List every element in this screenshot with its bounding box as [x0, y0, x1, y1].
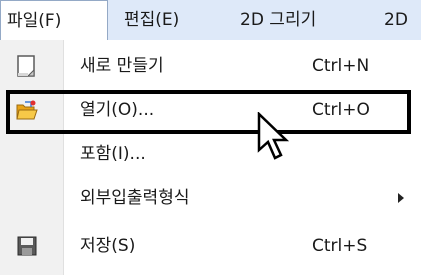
menu-item-external-io[interactable]: 외부입출력형식: [0, 176, 421, 220]
submenu-arrow-icon: [398, 193, 404, 203]
save-disk-icon: [15, 234, 39, 258]
menu-2d-draw-label: 2D 그리기: [240, 10, 317, 30]
menu-edit[interactable]: 편집(E): [124, 0, 179, 40]
file-dropdown-menu: 새로 만들기 Ctrl+N 열기(O)... Ctrl+O 포함(I)... 외…: [0, 40, 421, 275]
menu-bar: 파일(F) 편집(E) 2D 그리기 2D: [0, 0, 421, 41]
menu-2d-label: 2D: [384, 10, 408, 30]
menu-item-include-label: 포함(I)...: [80, 144, 146, 164]
menu-item-include[interactable]: 포함(I)...: [0, 132, 421, 176]
mouse-cursor-icon: [255, 111, 295, 172]
menu-2d-draw[interactable]: 2D 그리기: [240, 0, 316, 40]
menu-item-new-label: 새로 만들기: [80, 56, 164, 76]
menu-item-new[interactable]: 새로 만들기 Ctrl+N: [0, 44, 421, 88]
menu-item-external-io-label: 외부입출력형식: [80, 188, 190, 208]
menu-item-save-shortcut: Ctrl+S: [312, 236, 368, 256]
highlight-box: [6, 90, 411, 134]
new-document-icon: [15, 54, 39, 78]
menu-item-save-label: 저장(S): [80, 236, 136, 256]
menu-item-new-shortcut: Ctrl+N: [312, 56, 370, 76]
menu-file-label: 파일(F): [7, 11, 62, 31]
menu-edit-label: 편집(E): [124, 10, 180, 30]
menu-2d[interactable]: 2D: [384, 0, 408, 40]
menu-file[interactable]: 파일(F): [0, 0, 108, 41]
menu-item-save[interactable]: 저장(S) Ctrl+S: [0, 224, 421, 268]
